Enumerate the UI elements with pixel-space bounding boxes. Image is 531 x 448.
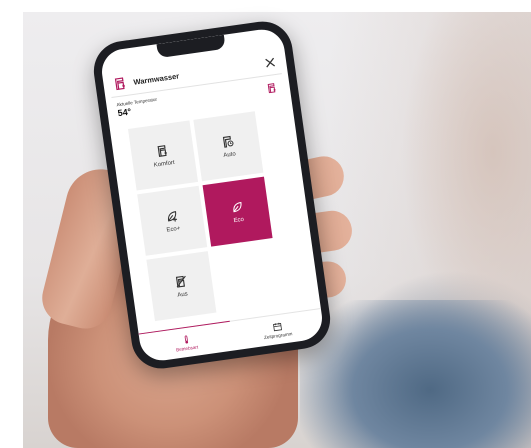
mode-label: Komfort xyxy=(153,159,176,169)
mode-tile-eco[interactable]: Eco xyxy=(202,176,273,247)
mode-label: Eco+ xyxy=(166,225,181,234)
close-icon[interactable] xyxy=(263,56,277,70)
water-heater-icon xyxy=(114,77,125,91)
calendar-icon xyxy=(272,322,282,332)
water-heater-off-icon xyxy=(175,275,186,288)
thermometer-icon xyxy=(184,335,188,344)
water-heater-icon xyxy=(267,83,276,94)
mode-tile-eco-plus[interactable]: Eco+ xyxy=(137,185,208,256)
nav-label: Zeitprogramm xyxy=(263,331,293,341)
mode-tile-komfort[interactable]: Komfort xyxy=(128,120,199,191)
mode-tile-aus[interactable]: Aus xyxy=(146,251,217,322)
mode-tile-auto[interactable]: Auto xyxy=(193,111,264,182)
mode-label: Eco xyxy=(233,216,245,224)
mode-label: Aus xyxy=(177,290,189,299)
leaf-icon xyxy=(232,201,241,212)
water-heater-icon xyxy=(156,144,167,157)
blurred-jeans xyxy=(300,300,531,448)
water-heater-clock-icon xyxy=(222,135,233,148)
leaf-plus-icon xyxy=(167,210,177,222)
page-title: Warmwasser xyxy=(132,70,180,87)
nav-label: Betriebsart xyxy=(175,344,199,353)
mode-label: Auto xyxy=(223,150,237,159)
